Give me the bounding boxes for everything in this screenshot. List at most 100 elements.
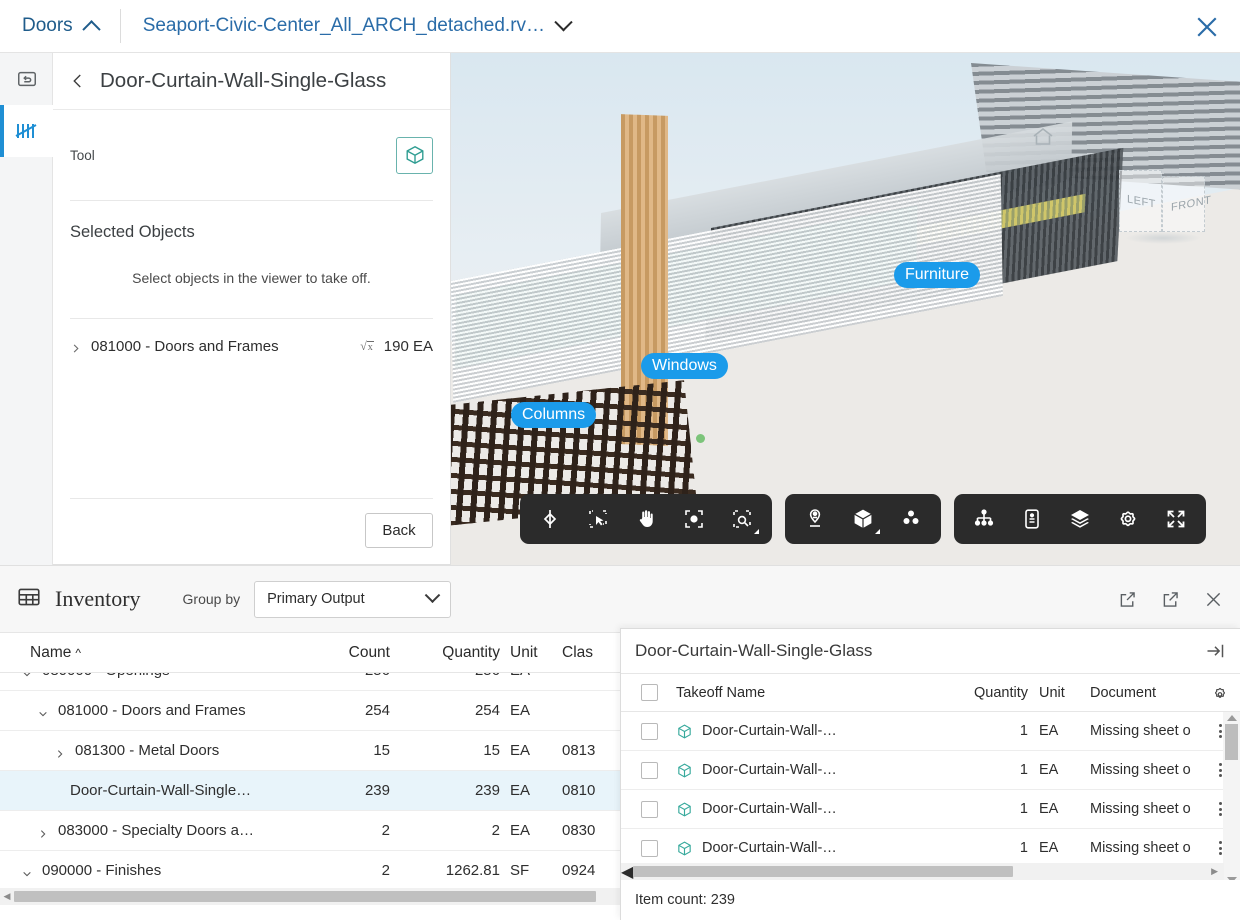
tally-marks-icon xyxy=(14,120,40,142)
row-count: 256 xyxy=(300,673,390,679)
selected-objects-title: Selected Objects xyxy=(70,223,433,242)
row-unit: EA xyxy=(500,782,562,799)
column-header-quantity[interactable]: Quantity xyxy=(946,685,1028,701)
chevron-right-icon[interactable] xyxy=(38,826,48,836)
marquee-select-tool-button[interactable] xyxy=(574,494,622,544)
inventory-horizontal-scrollbar[interactable]: ◀ xyxy=(0,888,620,905)
model-tree-tool-button[interactable] xyxy=(960,494,1008,544)
settings-tool-button[interactable] xyxy=(1104,494,1152,544)
scroll-left-arrow-icon[interactable]: ◀ xyxy=(0,891,14,902)
column-header-takeoff-name[interactable]: Takeoff Name xyxy=(676,685,946,701)
row-count: 254 xyxy=(300,702,390,719)
row-unit: EA xyxy=(500,742,562,759)
properties-tool-button[interactable] xyxy=(1008,494,1056,544)
sidebar-item-takeoff[interactable] xyxy=(0,105,53,157)
category-dropdown[interactable]: Doors xyxy=(22,15,98,37)
table-row[interactable]: Door-Curtain-Wall-… 1 EA Missing sheet o xyxy=(621,712,1240,751)
model-viewer[interactable]: LEFT FRONT Furniture Windows Columns xyxy=(451,53,1240,565)
cost-item-row[interactable]: 081000 - Doors and Frames √x 190 EA xyxy=(70,319,433,374)
column-header-count[interactable]: Count xyxy=(300,644,390,662)
page-title: Door-Curtain-Wall-Single-Glass xyxy=(100,69,386,93)
model-tag-windows[interactable]: Windows xyxy=(641,353,728,379)
takeoff-detail-panel: Door-Curtain-Wall-Single-Glass Takeoff N… xyxy=(620,628,1240,920)
column-header-unit[interactable]: Unit xyxy=(1028,685,1090,701)
chevron-down-icon[interactable] xyxy=(22,673,32,676)
select-all-checkbox-cell xyxy=(621,684,676,701)
row-quantity: 2 xyxy=(390,822,500,839)
zoom-window-tool-button[interactable] xyxy=(718,494,766,544)
hierarchy-icon xyxy=(972,507,996,531)
scroll-right-arrow-icon[interactable]: ▶ xyxy=(1211,866,1218,877)
dropdown-caret-icon[interactable] xyxy=(754,529,759,534)
table-row[interactable]: Door-Curtain-Wall-… 1 EA Missing sheet o xyxy=(621,790,1240,829)
share-button[interactable] xyxy=(1117,589,1138,610)
row-name: 081300 - Metal Doors xyxy=(75,742,219,759)
scrollbar-thumb[interactable] xyxy=(633,866,1013,877)
row-count: 15 xyxy=(300,742,390,759)
fullscreen-tool-button[interactable] xyxy=(1152,494,1200,544)
row-unit: SF xyxy=(500,862,562,879)
dropdown-caret-icon[interactable] xyxy=(875,529,880,534)
row-quantity: 15 xyxy=(390,742,500,759)
view-cube[interactable]: LEFT FRONT xyxy=(1119,158,1205,238)
back-button[interactable]: Back xyxy=(365,513,433,548)
close-icon xyxy=(1203,589,1224,610)
group-by-select[interactable]: Primary Output xyxy=(254,581,451,618)
chevron-right-icon[interactable] xyxy=(70,341,81,352)
category-label: Doors xyxy=(22,15,73,37)
section-box-tool-button[interactable] xyxy=(839,494,887,544)
row-checkbox[interactable] xyxy=(641,723,658,740)
collapse-right-icon[interactable] xyxy=(1204,641,1226,661)
row-checkbox[interactable] xyxy=(641,840,658,857)
layers-tool-button[interactable] xyxy=(1056,494,1104,544)
chevron-right-icon[interactable] xyxy=(55,746,65,756)
zoom-region-icon xyxy=(730,507,754,531)
selected-objects-hint: Select objects in the viewer to take off… xyxy=(70,270,433,286)
focus-tool-button[interactable] xyxy=(670,494,718,544)
row-quantity: 239 xyxy=(390,782,500,799)
scrollbar-thumb[interactable] xyxy=(14,891,596,902)
toolbar-group-navigation xyxy=(520,494,772,544)
chevron-down-icon[interactable] xyxy=(38,706,48,716)
file-name-label: Seaport-Civic-Center_All_ARCH_detached.r… xyxy=(143,15,545,37)
open-external-button[interactable] xyxy=(1160,589,1181,610)
explode-tool-button[interactable] xyxy=(887,494,935,544)
close-button[interactable] xyxy=(1192,12,1222,42)
hand-icon xyxy=(634,507,658,531)
row-quantity: 254 xyxy=(390,702,500,719)
detail-vertical-scrollbar[interactable] xyxy=(1223,712,1240,886)
orbit-tool-button[interactable] xyxy=(526,494,574,544)
scroll-left-arrow-icon[interactable]: ◀ xyxy=(621,862,633,882)
close-panel-button[interactable] xyxy=(1203,589,1224,610)
selection-marker xyxy=(696,434,705,443)
column-settings-button[interactable] xyxy=(1200,684,1240,702)
walk-tool-button[interactable] xyxy=(791,494,839,544)
detail-panel-title: Door-Curtain-Wall-Single-Glass xyxy=(635,641,872,661)
table-row[interactable]: Door-Curtain-Wall-… 1 EA Missing sheet o xyxy=(621,751,1240,790)
home-view-icon[interactable] xyxy=(1031,125,1055,154)
pan-tool-button[interactable] xyxy=(622,494,670,544)
column-header-quantity[interactable]: Quantity xyxy=(390,644,500,662)
row-checkbox[interactable] xyxy=(641,801,658,818)
takeoff-panel-header: Door-Curtain-Wall-Single-Glass xyxy=(53,53,450,110)
scrollbar-thumb[interactable] xyxy=(1225,724,1238,760)
row-checkbox[interactable] xyxy=(641,762,658,779)
tool-cube-button[interactable] xyxy=(396,137,433,174)
back-arrow-icon[interactable] xyxy=(69,72,87,90)
sidebar-item-sheets[interactable] xyxy=(0,53,53,105)
view-cube-shadow xyxy=(1125,232,1201,244)
select-all-checkbox[interactable] xyxy=(641,684,658,701)
scroll-up-arrow-icon[interactable] xyxy=(1227,715,1237,721)
column-header-unit[interactable]: Unit xyxy=(500,644,562,662)
toolbar-group-view xyxy=(785,494,941,544)
file-dropdown[interactable]: Seaport-Civic-Center_All_ARCH_detached.r… xyxy=(143,15,570,37)
column-header-document[interactable]: Document xyxy=(1090,685,1200,701)
chevron-down-icon[interactable] xyxy=(22,866,32,876)
model-tag-furniture[interactable]: Furniture xyxy=(894,262,980,288)
column-header-name[interactable]: Name ^ xyxy=(0,644,300,662)
model-tag-columns[interactable]: Columns xyxy=(511,402,596,428)
layers-icon xyxy=(1068,507,1092,531)
cube-icon xyxy=(676,762,693,779)
row-document: Missing sheet o xyxy=(1090,723,1200,739)
detail-horizontal-scrollbar[interactable]: ◀ ▶ xyxy=(621,863,1224,880)
